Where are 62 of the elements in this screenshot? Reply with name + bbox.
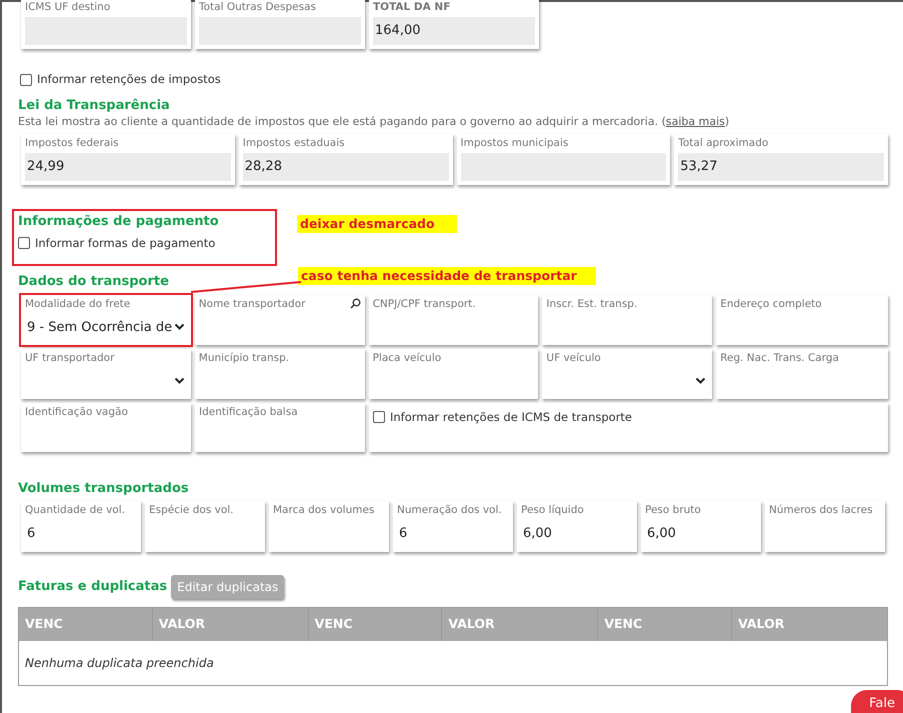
field-label: UF veículo (546, 350, 601, 365)
column-header: VENC (18, 607, 152, 642)
field-label: Marca dos volumes (273, 502, 374, 517)
section-title: Dados do transporte (18, 272, 169, 290)
field-label: Nome transportador (198, 296, 306, 311)
field-label: Identificação vagão (25, 404, 128, 419)
select-field[interactable]: 9 - Sem Ocorrência de (25, 314, 187, 341)
checkbox[interactable] (20, 74, 32, 86)
input-field[interactable]: 164,00 (373, 17, 535, 45)
field-label: Impostos federais (25, 136, 119, 150)
section-title: Lei da Transparência (18, 97, 170, 114)
annotation-note: deixar desmarcado (297, 214, 457, 233)
field-label: CNPJ/CPF transport. (372, 296, 476, 311)
input-field[interactable]: 53,27 (678, 152, 884, 181)
annotation-note: caso tenha necessidade de transportar (298, 266, 596, 285)
section-title: Faturas e duplicatas (18, 578, 168, 596)
field-label: Endereço completo (720, 296, 822, 311)
section-title: Volumes transportados (18, 480, 189, 497)
section-title: Informações de pagamento (18, 212, 219, 230)
field-label: Total Outras Despesas (199, 0, 316, 14)
checkbox[interactable] (18, 237, 30, 250)
field-label: Impostos estaduais (242, 136, 345, 150)
column-header: VENC (308, 607, 442, 642)
input-field[interactable]: 24,99 (25, 152, 231, 181)
field-label: Números dos lacres (769, 502, 873, 517)
input-field[interactable]: 6 (25, 520, 137, 548)
empty-message: Nenhuma duplicata preenchida (18, 641, 888, 686)
field-label: TOTAL DA NF (373, 0, 450, 14)
field-label: Total aproximado (678, 136, 768, 150)
checkbox-label[interactable]: Informar retenções de impostos (37, 71, 221, 88)
field-label: Município transp. (198, 350, 290, 365)
chat-button[interactable]: Fale (851, 690, 903, 713)
chevron-down-icon (695, 377, 706, 386)
column-header: VALOR (732, 607, 888, 642)
input-field[interactable]: 6 (397, 520, 509, 548)
input-field[interactable]: 6,00 (645, 520, 757, 548)
field-label: Modalidade do frete (25, 296, 130, 311)
column-header: VALOR (152, 607, 308, 642)
column-header: VENC (598, 607, 732, 642)
saiba-mais-link[interactable]: saiba mais (666, 115, 725, 128)
description-text: Esta lei mostra ao cliente a quantidade de impostos que ele está pagando para o governo ao adquirir a mercadoria. (saiba mais) (18, 114, 730, 130)
field-label: Peso líquido (521, 502, 584, 517)
field-label: Placa veículo (372, 350, 442, 365)
field-label: ICMS UF destino (25, 0, 110, 14)
field-label: Quantidade de vol. (25, 502, 125, 517)
field-label: Numeração dos vol. (397, 502, 502, 517)
column-header: VALOR (442, 607, 598, 642)
checkbox-label[interactable]: Informar retenções de ICMS de transporte (390, 408, 632, 426)
field-label: Peso bruto (645, 502, 701, 517)
field-label: UF transportador (25, 350, 114, 365)
field-label: Impostos municipais (460, 136, 568, 150)
input-field[interactable]: 28,28 (242, 152, 448, 181)
field-label: Reg. Nac. Trans. Carga (720, 350, 839, 365)
checkbox[interactable] (373, 411, 385, 424)
field-label: Identificação balsa (199, 404, 298, 419)
field-label: Espécie dos vol. (149, 502, 234, 517)
field-label: Inscr. Est. transp. (546, 296, 638, 311)
input-field[interactable]: 6,00 (521, 520, 633, 548)
chevron-down-icon (174, 377, 185, 386)
search-icon[interactable] (350, 298, 361, 310)
chevron-down-icon (174, 323, 185, 332)
checkbox-label[interactable]: Informar formas de pagamento (35, 234, 216, 252)
